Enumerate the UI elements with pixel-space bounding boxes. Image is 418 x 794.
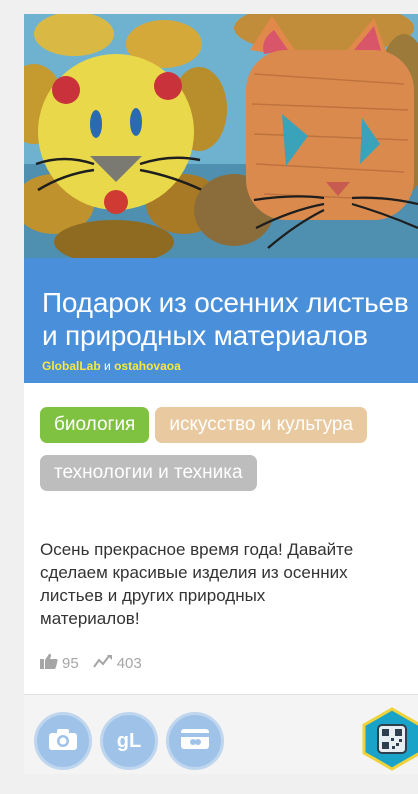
- camera-button[interactable]: [34, 712, 92, 770]
- title-band: Подарок из осенних листьев и природных м…: [24, 258, 418, 383]
- project-stats: 95 403: [40, 652, 156, 674]
- tag-technology[interactable]: технологии и техника: [40, 455, 257, 491]
- tag-art-culture[interactable]: искусство и культура: [155, 407, 368, 443]
- project-cover-image[interactable]: [24, 14, 418, 258]
- tag-list: биология искусство и культура технологии …: [40, 407, 418, 503]
- description-line-4: материалов!: [40, 609, 140, 628]
- description-line-1: Осень прекрасное время года! Давайте: [40, 540, 354, 559]
- authors-line: GlobalLab и ostahovaoa: [42, 359, 418, 373]
- author-link-ostahovaoa[interactable]: ostahovaoa: [114, 359, 181, 373]
- likes-stat[interactable]: 95: [40, 653, 79, 673]
- description-line-3: листьев и других природных: [40, 586, 266, 605]
- views-count: 403: [116, 654, 142, 672]
- project-title-line-2[interactable]: и природных материалов: [42, 319, 418, 352]
- project-title-line-1[interactable]: Подарок из осенних листьев: [42, 286, 418, 319]
- project-card[interactable]: Подарок из осенних листьев и природных м…: [24, 14, 418, 774]
- author-link-globallab[interactable]: GlobalLab: [42, 359, 101, 373]
- camera-icon: [48, 727, 78, 756]
- card-footer: gL: [24, 695, 418, 774]
- project-description: Осень прекрасное время года! Давайте сде…: [40, 538, 418, 630]
- card-button[interactable]: [166, 712, 224, 770]
- trend-icon: [92, 654, 117, 672]
- description-line-2: сделаем красивые изделия из осенних: [40, 563, 348, 582]
- authors-joiner: и: [104, 359, 111, 373]
- card-icon: [180, 728, 210, 755]
- likes-count: 95: [62, 654, 79, 672]
- views-stat: 403: [92, 654, 142, 672]
- thumbs-up-icon: [40, 653, 62, 673]
- qr-code-icon: [362, 707, 418, 771]
- globallab-button[interactable]: gL: [100, 712, 158, 770]
- project-title[interactable]: Подарок из осенних листьев и природных м…: [42, 286, 418, 352]
- qr-badge-button[interactable]: [360, 707, 418, 771]
- globallab-logo-icon: gL: [116, 729, 142, 752]
- tag-biology[interactable]: биология: [40, 407, 150, 443]
